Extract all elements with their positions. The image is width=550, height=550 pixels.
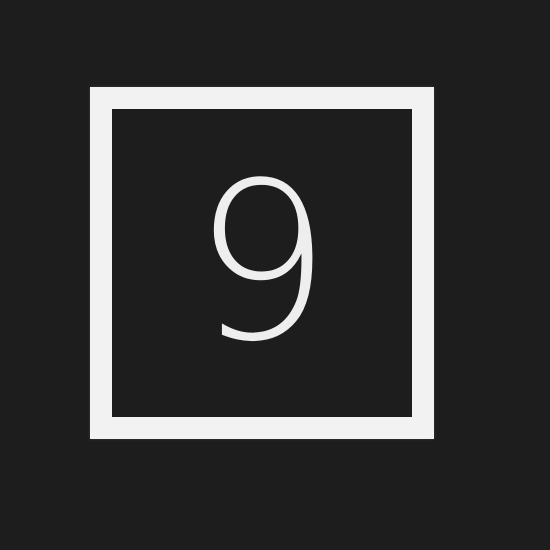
screen: { "badge": { "value": "9", "border_color… [0, 0, 550, 550]
number-badge[interactable]: 9 [90, 87, 434, 439]
badge-number: 9 [192, 137, 332, 390]
